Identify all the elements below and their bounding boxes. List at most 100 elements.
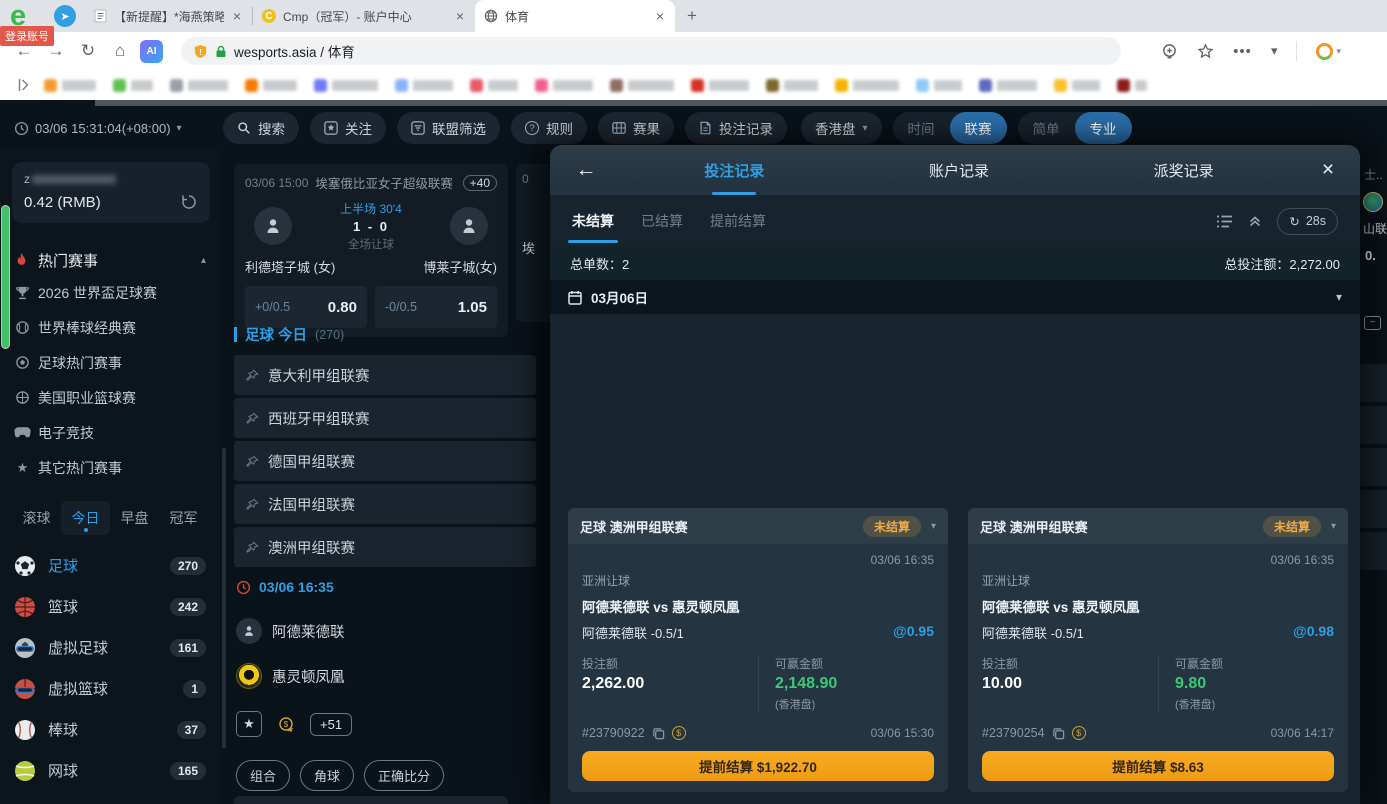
browser-menu-button[interactable]: ▾ xyxy=(1316,43,1341,60)
hot-event-item[interactable]: 电子竞技 xyxy=(0,415,220,450)
chevron-down-icon[interactable]: ▾ xyxy=(1336,290,1342,304)
cashout-button[interactable]: 提前结算 $1,922.70 xyxy=(582,751,934,781)
toggle-option-联赛[interactable]: 联赛 xyxy=(950,112,1007,144)
bookmark-item[interactable] xyxy=(170,79,228,92)
secure-lock-icon[interactable] xyxy=(215,45,227,58)
column-scrollbar[interactable] xyxy=(222,448,226,748)
chevron-down-icon[interactable]: ▾ xyxy=(931,521,936,532)
league-row[interactable]: 德国甲组联赛 xyxy=(234,441,536,481)
url-field[interactable]: ! wesports.asia / 体育 xyxy=(181,37,1121,65)
copy-icon[interactable] xyxy=(652,727,665,740)
market-pill-正确比分[interactable]: 正确比分 xyxy=(364,760,444,791)
bookmark-item[interactable] xyxy=(835,79,899,92)
toolbar-button-规则[interactable]: ?规则 xyxy=(511,112,587,144)
league-row[interactable]: 澳洲甲组联赛 xyxy=(234,527,536,567)
horizontal-scrollbar[interactable] xyxy=(95,100,1387,106)
bookmark-item[interactable] xyxy=(245,79,297,92)
chevron-down-icon[interactable]: ▾ xyxy=(1331,521,1336,532)
toggle-option-时间[interactable]: 时间 xyxy=(893,112,950,144)
login-account-badge[interactable]: 登录账号 xyxy=(0,26,54,46)
bookmark-item[interactable] xyxy=(610,79,674,92)
toolbar-button-搜索[interactable]: 搜索 xyxy=(223,112,299,144)
tab-close-icon[interactable]: × xyxy=(454,8,466,24)
collapse-all-icon[interactable] xyxy=(1248,214,1262,228)
coin-icon[interactable]: $ xyxy=(1072,726,1086,740)
toolbar-button-投注记录[interactable]: 投注记录 xyxy=(685,112,787,144)
bookmark-item[interactable] xyxy=(916,79,962,92)
sport-item-足球[interactable]: 足球270 xyxy=(0,545,220,586)
browser-tab[interactable]: 体育× xyxy=(475,0,675,32)
bookmark-star-icon[interactable] xyxy=(1197,43,1214,60)
telegram-icon[interactable]: ➤ xyxy=(54,5,76,27)
bookmark-item[interactable] xyxy=(1117,79,1147,92)
sport-item-篮球[interactable]: 篮球242 xyxy=(0,586,220,627)
coin-icon[interactable]: $ xyxy=(672,726,686,740)
hot-event-item[interactable]: ★其它热门赛事 xyxy=(0,450,220,485)
bookmark-item[interactable] xyxy=(535,79,593,92)
reload-icon[interactable]: ↻ xyxy=(72,41,104,61)
bookmark-item[interactable] xyxy=(470,79,518,92)
server-time[interactable]: 03/06 15:31:04(+08:00) ▾ xyxy=(14,121,212,136)
hot-event-item[interactable]: 美国职业篮球赛 xyxy=(0,380,220,415)
edge-collapse-icon[interactable]: − xyxy=(1364,316,1381,330)
sport-item-网球[interactable]: 网球165 xyxy=(0,750,220,791)
bookmark-item[interactable] xyxy=(314,79,378,92)
panel-subtab-已结算[interactable]: 已结算 xyxy=(641,203,683,239)
period-tab-滚球[interactable]: 滚球 xyxy=(12,501,61,535)
bookmark-item[interactable] xyxy=(1054,79,1100,92)
auto-refresh-button[interactable]: ↻ 28s xyxy=(1277,208,1338,235)
warning-shield-icon[interactable]: ! xyxy=(193,44,208,59)
featured-match-card[interactable]: 03/06 15:00 埃塞俄比亚女子超级联赛 +40 上半场 30'4 1 -… xyxy=(234,164,508,337)
bet-card-header[interactable]: 足球 澳洲甲组联赛未结算▾ xyxy=(968,508,1348,544)
panel-back-icon[interactable]: ← xyxy=(550,158,622,182)
bookmarks-expander-icon[interactable] xyxy=(18,78,30,92)
panel-tab-派奖记录[interactable]: 派奖记录 xyxy=(1071,154,1296,187)
favorite-star-icon[interactable]: ★ xyxy=(236,711,262,737)
bet-card-header[interactable]: 足球 澳洲甲组联赛未结算▾ xyxy=(568,508,948,544)
sport-item-虚拟篮球[interactable]: 虚拟篮球1 xyxy=(0,668,220,709)
league-row[interactable]: 意大利甲组联赛 xyxy=(234,355,536,395)
cashout-coin-icon[interactable]: $ xyxy=(276,714,296,734)
away-team-row[interactable]: 惠灵顿凤凰 xyxy=(236,663,345,689)
hot-event-item[interactable]: 世界棒球经典赛 xyxy=(0,310,220,345)
home-icon[interactable]: ⌂ xyxy=(104,41,136,61)
more-menu-icon[interactable]: ••• xyxy=(1233,43,1252,60)
bookmark-item[interactable] xyxy=(113,79,153,92)
league-row[interactable]: 法国甲组联赛 xyxy=(234,484,536,524)
collapse-up-icon[interactable]: ▴ xyxy=(201,255,206,266)
panel-tab-投注记录[interactable]: 投注记录 xyxy=(622,154,847,187)
bookmark-item[interactable] xyxy=(979,79,1037,92)
more-markets-badge[interactable]: +40 xyxy=(463,175,497,191)
odds-button[interactable]: +0/0.50.80 xyxy=(245,286,367,328)
toolbar-collapse-icon[interactable]: ▾ xyxy=(1271,43,1278,59)
sport-item-虚拟足球[interactable]: 虚拟足球161 xyxy=(0,627,220,668)
new-tab-button[interactable]: + xyxy=(675,0,709,32)
hot-event-item[interactable]: 2026 世界盃足球赛 xyxy=(0,275,220,310)
date-group-row[interactable]: 03月06日 ▾ xyxy=(550,280,1360,314)
market-pill-组合[interactable]: 组合 xyxy=(236,760,290,791)
browser-tab[interactable]: CCmp（冠军）- 账户中心× xyxy=(253,0,475,32)
period-tab-冠军[interactable]: 冠军 xyxy=(159,501,208,535)
cashout-button[interactable]: 提前结算 $8.63 xyxy=(982,751,1334,781)
bookmark-item[interactable] xyxy=(395,79,453,92)
tab-close-icon[interactable]: × xyxy=(231,8,243,24)
scroll-indicator[interactable] xyxy=(1,205,10,349)
odds-button[interactable]: -0/0.51.05 xyxy=(375,286,497,328)
panel-close-icon[interactable]: × xyxy=(1296,158,1360,182)
toolbar-button-赛果[interactable]: 赛果 xyxy=(598,112,674,144)
hot-event-item[interactable]: 足球热门赛事 xyxy=(0,345,220,380)
ai-assistant-icon[interactable]: AI xyxy=(140,40,163,63)
period-tab-今日[interactable]: 今日 xyxy=(61,501,110,535)
more-markets-button[interactable]: +51 xyxy=(310,713,352,736)
toggle-option-简单[interactable]: 简单 xyxy=(1018,112,1075,144)
list-view-icon[interactable] xyxy=(1216,214,1233,229)
tab-close-icon[interactable]: × xyxy=(654,8,666,24)
partial-next-card[interactable]: 0 埃 xyxy=(516,164,550,322)
panel-subtab-提前结算[interactable]: 提前结算 xyxy=(710,203,766,239)
market-pill-角球[interactable]: 角球 xyxy=(300,760,354,791)
bookmark-item[interactable] xyxy=(44,79,96,92)
market-select[interactable]: 香港盘 ▾ xyxy=(801,112,882,144)
toggle-option-专业[interactable]: 专业 xyxy=(1075,112,1132,144)
copy-icon[interactable] xyxy=(1052,727,1065,740)
bookmark-item[interactable] xyxy=(691,79,749,92)
